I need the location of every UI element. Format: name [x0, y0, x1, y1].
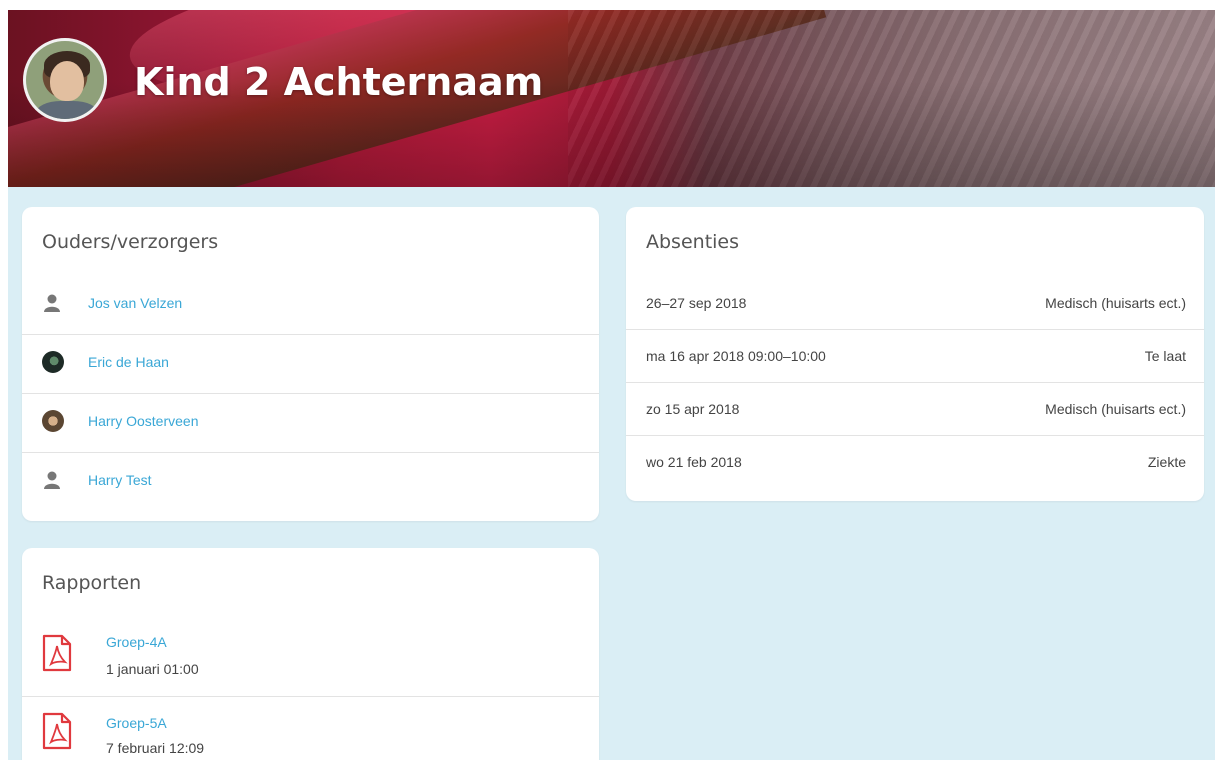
parent-link[interactable]: Harry Test: [88, 472, 152, 488]
report-link[interactable]: Groep-5A: [106, 715, 167, 731]
pdf-icon: [42, 634, 72, 672]
list-item[interactable]: Groep-5A 7 februari 12:09: [22, 706, 599, 760]
child-avatar: [23, 38, 107, 122]
page-title: Kind 2 Achternaam: [134, 60, 544, 104]
absence-date: zo 15 apr 2018: [646, 401, 740, 417]
absence-date: 26–27 sep 2018: [646, 295, 747, 311]
absence-reason: Ziekte: [1147, 454, 1186, 470]
absence-reason: Medisch (huisarts ect.): [1045, 295, 1186, 311]
absence-date: wo 21 feb 2018: [646, 454, 742, 470]
table-row: zo 15 apr 2018 Medisch (huisarts ect.): [626, 391, 1204, 435]
parent-link[interactable]: Harry Oosterveen: [88, 413, 198, 429]
report-link[interactable]: Groep-4A: [106, 634, 167, 650]
table-row: wo 21 feb 2018 Ziekte: [626, 444, 1204, 488]
person-icon: [44, 294, 60, 312]
parent-link[interactable]: Jos van Velzen: [88, 295, 182, 311]
list-item[interactable]: Harry Test: [22, 462, 599, 520]
parent-link[interactable]: Eric de Haan: [88, 354, 169, 370]
parents-card-title: Ouders/verzorgers: [42, 231, 219, 253]
reports-card-title: Rapporten: [42, 572, 142, 594]
report-date: 7 februari 12:09: [106, 740, 205, 756]
absences-card: Absenties 26–27 sep 2018 Medisch (huisar…: [626, 207, 1204, 501]
pdf-icon: [42, 712, 72, 750]
absence-reason: Medisch (huisarts ect.): [1045, 401, 1186, 417]
reports-card: Rapporten Groep-4A 1 januari 01:00 Groep…: [22, 548, 599, 760]
avatar: [42, 410, 64, 432]
header-banner: Kind 2 Achternaam: [8, 10, 1215, 187]
person-icon: [44, 471, 60, 489]
absence-reason: Te laat: [1144, 348, 1186, 364]
absence-date: ma 16 apr 2018 09:00–10:00: [646, 348, 826, 364]
report-date: 1 januari 01:00: [106, 661, 199, 677]
avatar: [42, 351, 64, 373]
table-row: 26–27 sep 2018 Medisch (huisarts ect.): [626, 285, 1204, 329]
parents-card: Ouders/verzorgers Jos van Velzen Eric de…: [22, 207, 599, 521]
absences-card-title: Absenties: [646, 231, 740, 253]
page-frame: Kind 2 Achternaam Ouders/verzorgers Jos …: [8, 10, 1215, 760]
list-item[interactable]: Groep-4A 1 januari 01:00: [22, 624, 599, 696]
table-row: ma 16 apr 2018 09:00–10:00 Te laat: [626, 338, 1204, 382]
